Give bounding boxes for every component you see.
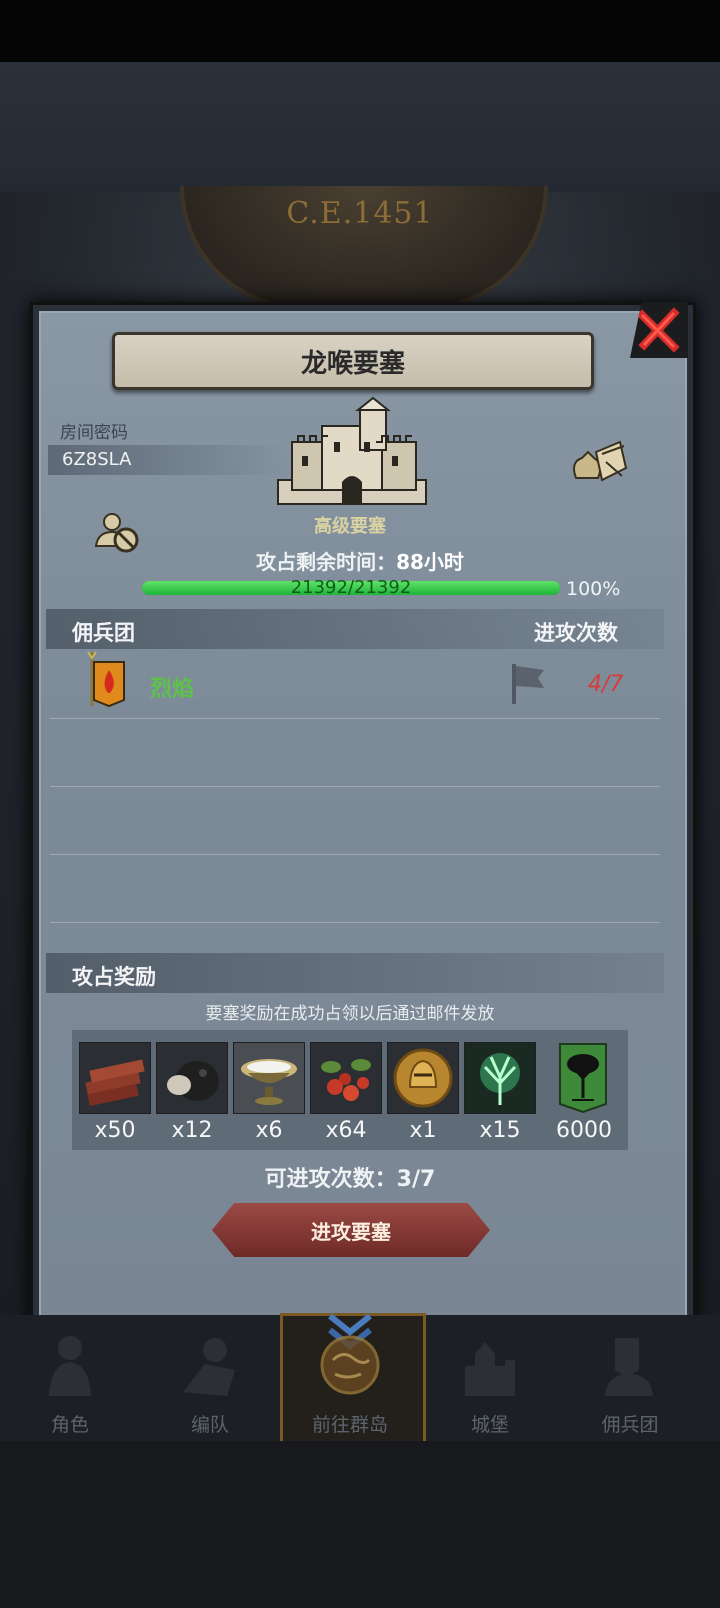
- background-band: [0, 62, 720, 192]
- reward-note: 要塞奖励在成功占领以后通过邮件发放: [205, 1004, 495, 1024]
- nav-label: 佣兵团: [601, 1414, 659, 1436]
- supply-bag-icon[interactable]: [570, 438, 628, 484]
- reward-qty: x1: [409, 1118, 437, 1143]
- attack-attempts: 可进攻次数：3/7: [264, 1167, 436, 1192]
- reward-item[interactable]: x64: [310, 1042, 382, 1143]
- nav-item-formation[interactable]: 编队: [150, 1330, 270, 1436]
- reward-qty: 6000: [556, 1118, 612, 1143]
- row-divider: [50, 786, 660, 787]
- reward-qty: x6: [255, 1118, 283, 1143]
- knight-icon: [49, 1336, 91, 1396]
- status-bar: [0, 0, 720, 62]
- fortress-hp-text: 21392/21392: [290, 577, 412, 598]
- room-code-value[interactable]: 6Z8SLA: [62, 449, 131, 470]
- castle-icon: [465, 1342, 515, 1396]
- fortress-icon: [277, 396, 427, 505]
- close-icon: [636, 307, 680, 353]
- mercenary-icon: [605, 1338, 653, 1396]
- nav-item-castle[interactable]: 城堡: [430, 1330, 550, 1436]
- reward-item[interactable]: 6000: [548, 1042, 620, 1143]
- room-code-label: 房间密码: [60, 423, 128, 443]
- reward-header: 攻占奖励: [72, 965, 156, 989]
- row-divider: [50, 922, 660, 923]
- remaining-time-value: 88小时: [396, 550, 464, 574]
- remaining-time-label: 攻占剩余时间：: [256, 550, 397, 574]
- fortress-type: 高级要塞: [314, 516, 386, 537]
- mercenary-header-right: 进攻次数: [534, 621, 618, 645]
- nav-label: 前往群岛: [311, 1414, 388, 1436]
- flag-icon: [512, 664, 544, 704]
- mercenary-header-left: 佣兵团: [72, 621, 135, 645]
- formation-icon: [183, 1338, 235, 1396]
- modal-title: 龙喉要塞: [112, 332, 594, 390]
- tree-banner-icon: [559, 1043, 607, 1114]
- remaining-time: 攻占剩余时间：88小时: [0, 546, 720, 575]
- golden-helmet-medal-icon: [387, 1042, 459, 1114]
- reward-qty: x12: [171, 1118, 213, 1143]
- green-spirit-tree-icon: [464, 1042, 536, 1114]
- ore-icon: [156, 1042, 228, 1114]
- berries-icon: [310, 1042, 382, 1114]
- reward-qty: x64: [325, 1118, 367, 1143]
- flame-banner-icon: [87, 651, 125, 708]
- islands-globe-icon: [320, 1335, 380, 1395]
- fortress-hp-percent: 100%: [566, 578, 621, 600]
- reward-item[interactable]: x6: [233, 1042, 305, 1143]
- nav-label: 编队: [190, 1414, 229, 1436]
- reward-qty: x15: [479, 1118, 521, 1143]
- nav-label: 城堡: [470, 1414, 509, 1436]
- bottom-background: [0, 1441, 720, 1608]
- nav-label: 角色: [50, 1414, 89, 1436]
- mercenary-attack-count: 4/7: [588, 672, 624, 697]
- salt-bowl-icon: [233, 1042, 305, 1114]
- reward-item[interactable]: x1: [387, 1042, 459, 1143]
- era-label: C.E.1451: [286, 196, 434, 231]
- row-divider: [50, 718, 660, 719]
- reward-item[interactable]: x50: [79, 1042, 151, 1143]
- nav-item-mercenary[interactable]: 佣兵团: [570, 1330, 690, 1436]
- attack-fortress-button[interactable]: 进攻要塞: [212, 1203, 490, 1257]
- reward-item[interactable]: x15: [464, 1042, 536, 1143]
- nav-item-islands[interactable]: 前往群岛: [290, 1330, 410, 1436]
- reward-qty: x50: [94, 1118, 136, 1143]
- nav-item-role[interactable]: 角色: [10, 1330, 130, 1436]
- mercenary-name[interactable]: 烈焰: [150, 671, 194, 703]
- row-divider: [50, 854, 660, 855]
- reward-item[interactable]: x12: [156, 1042, 228, 1143]
- timber-icon: [79, 1042, 151, 1114]
